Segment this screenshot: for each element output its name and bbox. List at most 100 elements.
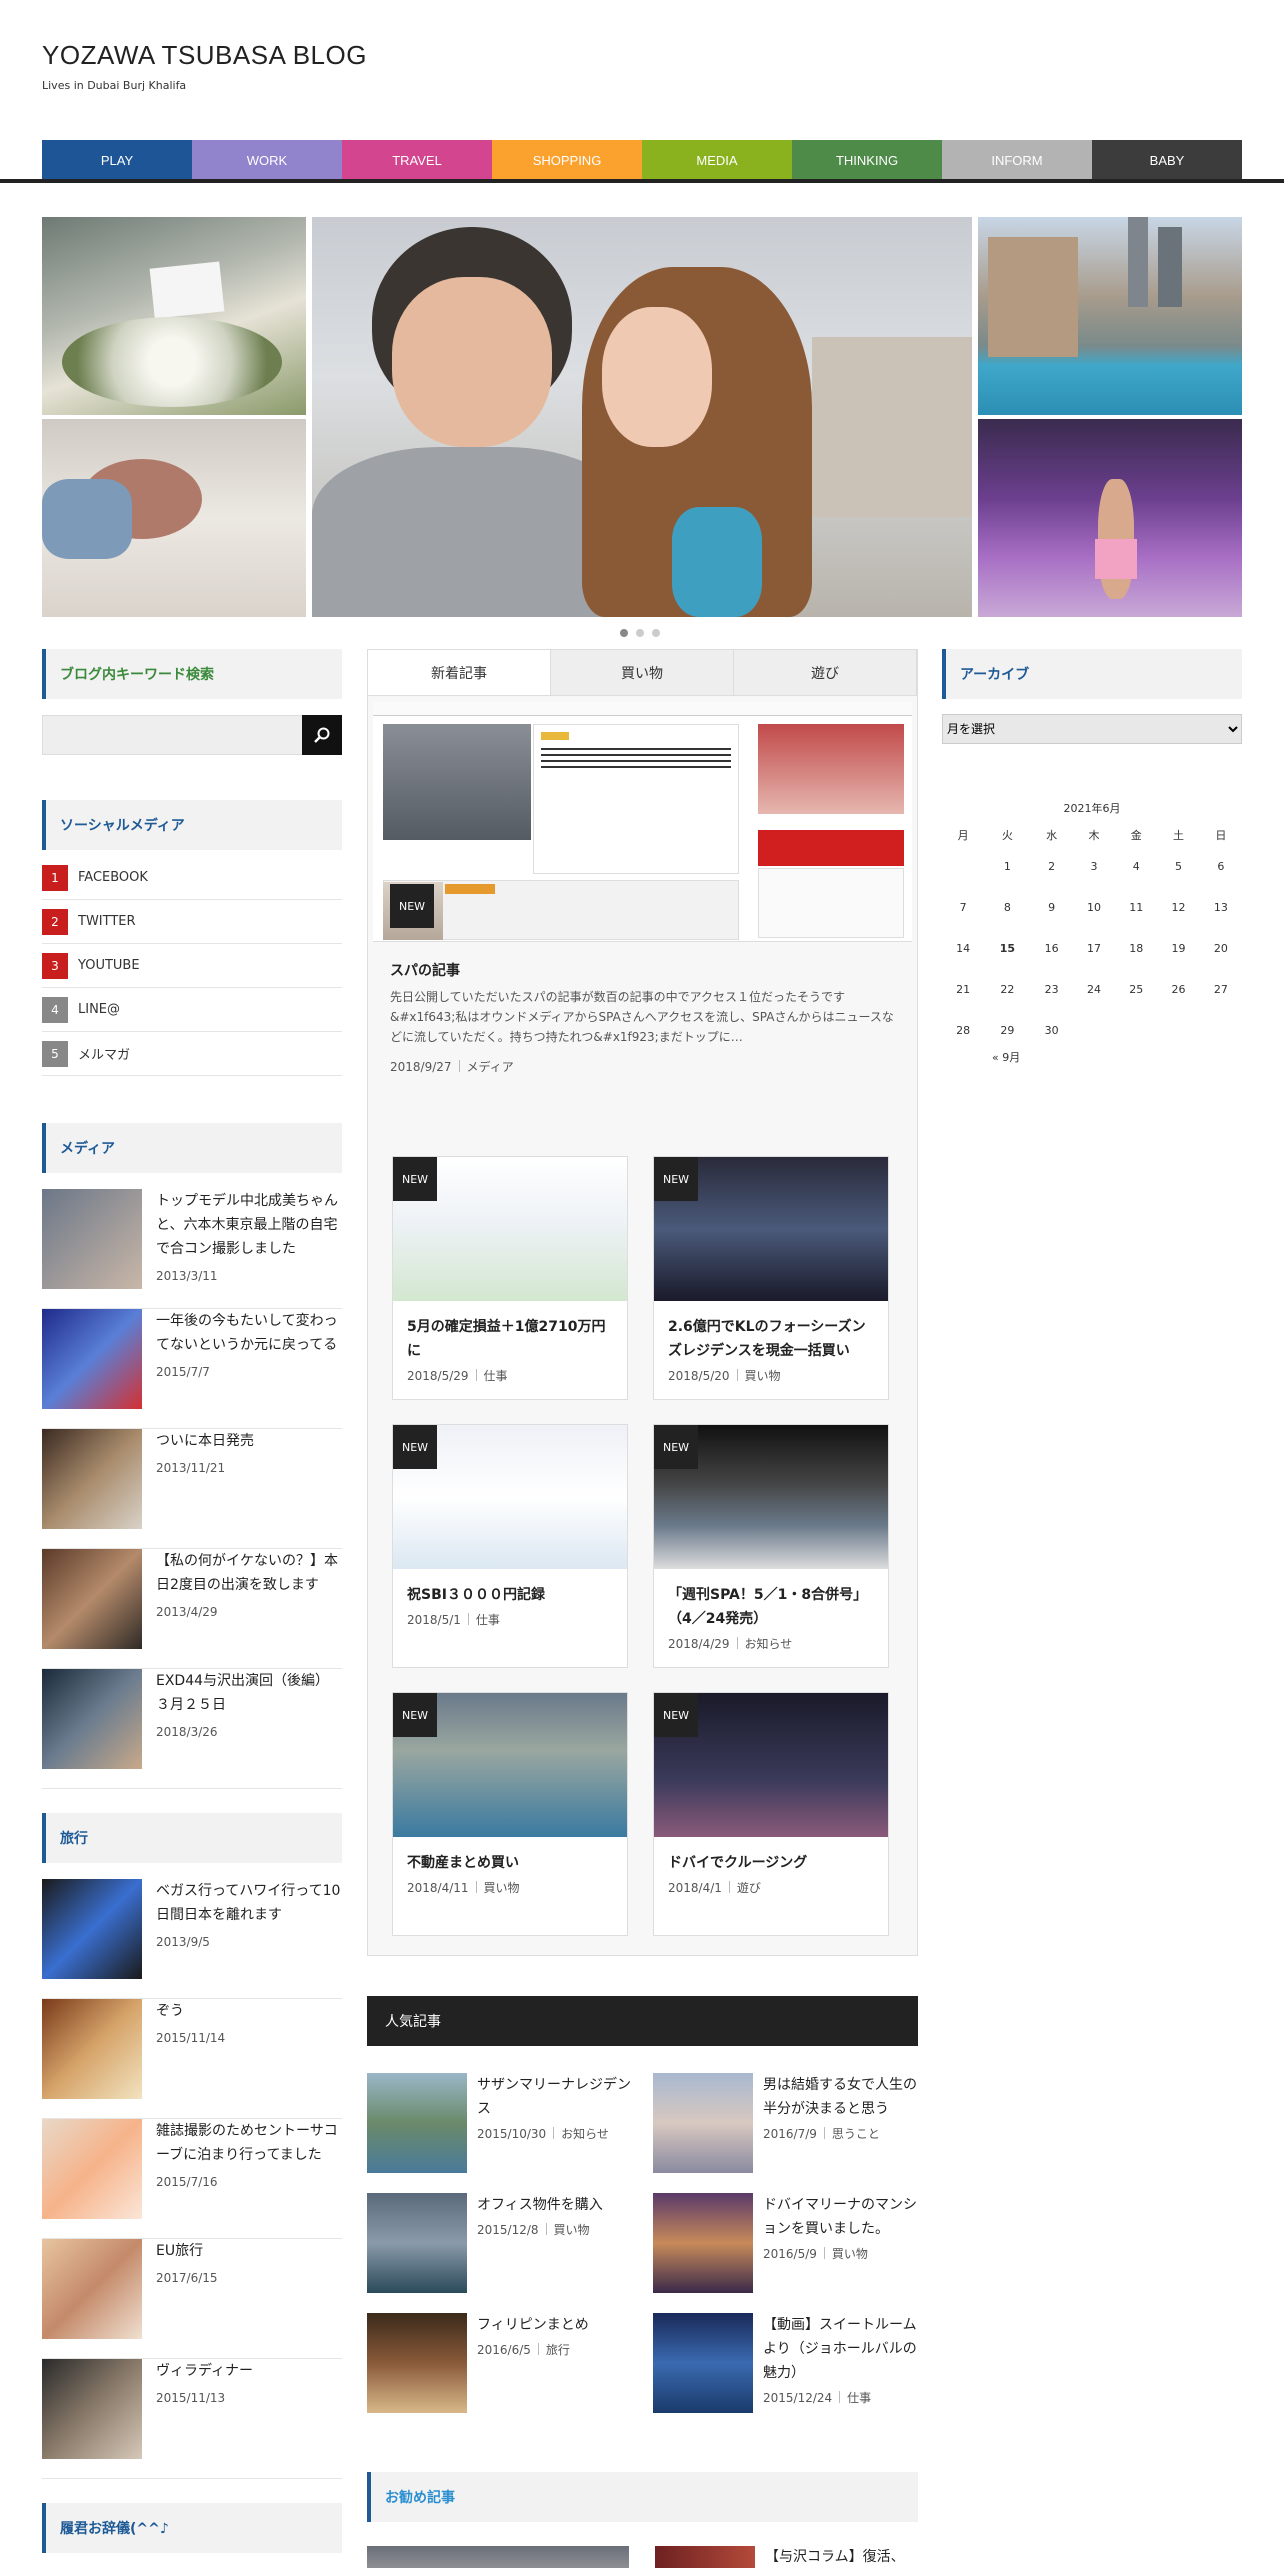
- popular-item[interactable]: サザンマリーナレジデンス 2015/10/30 お知らせ: [367, 2073, 637, 2183]
- popular-item[interactable]: ドバイマリーナのマンションを買いました。 2016/5/9 買い物: [653, 2193, 923, 2303]
- travel-post-title[interactable]: 雑誌撮影のためセントーサコーブに泊まり行ってました: [156, 2119, 342, 2167]
- popular-title-link[interactable]: 【動画】スイートルームより（ジョホールバルの魅力）: [763, 2313, 923, 2385]
- popular-thumbnail[interactable]: [653, 2193, 753, 2293]
- popular-category[interactable]: 買い物: [832, 2247, 868, 2261]
- post-card-title[interactable]: 2.6億円でKLのフォーシーズンズレジデンスを現金一括買い: [668, 1315, 878, 1363]
- popular-item[interactable]: 男は結婚する女で人生の半分が決まると思う 2016/7/9 思うこと: [653, 2073, 923, 2183]
- slider-dot[interactable]: [620, 629, 628, 637]
- popular-title-link[interactable]: オフィス物件を購入: [477, 2193, 637, 2217]
- popular-item[interactable]: 【動画】スイートルームより（ジョホールバルの魅力） 2015/12/24 仕事: [653, 2313, 923, 2423]
- travel-post-thumbnail[interactable]: [42, 2359, 142, 2459]
- popular-thumbnail[interactable]: [367, 2073, 467, 2173]
- post-card-title[interactable]: 「週刊SPA！5／1・8合併号」（4／24発売）: [668, 1583, 878, 1631]
- popular-thumbnail[interactable]: [653, 2073, 753, 2173]
- nav-item-baby[interactable]: BABY: [1092, 140, 1242, 180]
- popular-title-link[interactable]: フィリピンまとめ: [477, 2313, 637, 2337]
- hero-photo-baby[interactable]: [42, 419, 306, 617]
- search-input[interactable]: [42, 715, 302, 755]
- post-card-category[interactable]: 買い物: [484, 1881, 520, 1895]
- post-card-title[interactable]: 祝SBI３０００円記録: [407, 1583, 617, 1607]
- media-post-item[interactable]: 【私の何がイケないの？】本日2度目の出演を致します 2013/4/29: [42, 1549, 342, 1669]
- media-post-item[interactable]: トップモデル中北成美ちゃんと、六本木東京最上階の自宅で合コン撮影しました 2013…: [42, 1189, 342, 1309]
- post-card-category[interactable]: お知らせ: [745, 1637, 793, 1651]
- slider-dot[interactable]: [636, 629, 644, 637]
- hero-photo-couple[interactable]: [312, 217, 972, 617]
- post-card-category[interactable]: 遊び: [737, 1881, 761, 1895]
- post-card[interactable]: NEW ドバイでクルージング 2018/4/1 遊び: [653, 1692, 889, 1936]
- hero-photo-flowers[interactable]: [42, 217, 306, 415]
- featured-category[interactable]: メディア: [467, 1060, 514, 1074]
- nav-item-inform[interactable]: INFORM: [942, 140, 1092, 180]
- social-item-5[interactable]: 5 メルマガ: [42, 1032, 342, 1076]
- media-post-title[interactable]: 一年後の今もたいして変わってないというか元に戻ってる: [156, 1309, 342, 1357]
- post-card-title[interactable]: ドバイでクルージング: [668, 1851, 878, 1875]
- social-item-2[interactable]: 2 TWITTER: [42, 900, 342, 944]
- recommended-thumb-2[interactable]: [655, 2546, 755, 2568]
- tab-0[interactable]: 新着記事: [368, 650, 551, 695]
- post-card-category[interactable]: 買い物: [745, 1369, 781, 1383]
- media-post-item[interactable]: ついに本日発売 2013/11/21: [42, 1429, 342, 1549]
- travel-post-thumbnail[interactable]: [42, 1879, 142, 1979]
- nav-item-play[interactable]: PLAY: [42, 140, 192, 180]
- post-card[interactable]: NEW 「週刊SPA！5／1・8合併号」（4／24発売） 2018/4/29 お知らせ: [653, 1424, 889, 1668]
- travel-post-thumbnail[interactable]: [42, 2119, 142, 2219]
- travel-post-thumbnail[interactable]: [42, 1999, 142, 2099]
- popular-title-link[interactable]: 男は結婚する女で人生の半分が決まると思う: [763, 2073, 923, 2121]
- travel-post-item[interactable]: 雑誌撮影のためセントーサコーブに泊まり行ってました 2015/7/16: [42, 2119, 342, 2239]
- popular-thumbnail[interactable]: [367, 2313, 467, 2413]
- travel-post-title[interactable]: ぞう: [156, 1999, 342, 2023]
- tab-1[interactable]: 買い物: [551, 650, 734, 695]
- nav-item-thinking[interactable]: THINKING: [792, 140, 942, 180]
- travel-post-item[interactable]: ぞう 2015/11/14: [42, 1999, 342, 2119]
- popular-category[interactable]: お知らせ: [561, 2127, 609, 2141]
- tab-2[interactable]: 遊び: [734, 650, 917, 695]
- travel-post-title[interactable]: ヴィラディナー: [156, 2359, 342, 2383]
- popular-title-link[interactable]: ドバイマリーナのマンションを買いました。: [763, 2193, 923, 2241]
- hero-slider[interactable]: [42, 217, 1242, 617]
- archive-select[interactable]: 月を選択: [942, 714, 1242, 744]
- nav-item-travel[interactable]: TRAVEL: [342, 140, 492, 180]
- travel-post-item[interactable]: ヴィラディナー 2015/11/13: [42, 2359, 342, 2479]
- media-post-item[interactable]: EXD44与沢出演回（後編）３月２５日 2018/3/26: [42, 1669, 342, 1789]
- media-post-title[interactable]: EXD44与沢出演回（後編）３月２５日: [156, 1669, 342, 1717]
- media-post-thumbnail[interactable]: [42, 1429, 142, 1529]
- post-card[interactable]: NEW 不動産まとめ買い 2018/4/11 買い物: [392, 1692, 628, 1936]
- media-post-title[interactable]: トップモデル中北成美ちゃんと、六本木東京最上階の自宅で合コン撮影しました: [156, 1189, 342, 1261]
- media-post-thumbnail[interactable]: [42, 1549, 142, 1649]
- featured-title[interactable]: スパの記事: [390, 960, 460, 980]
- post-card-category[interactable]: 仕事: [476, 1613, 500, 1627]
- popular-category[interactable]: 旅行: [546, 2343, 570, 2357]
- hero-photo-pool[interactable]: [978, 217, 1242, 415]
- popular-item[interactable]: オフィス物件を購入 2015/12/8 買い物: [367, 2193, 637, 2303]
- travel-post-thumbnail[interactable]: [42, 2239, 142, 2339]
- nav-item-media[interactable]: MEDIA: [642, 140, 792, 180]
- post-card[interactable]: NEW 5月の確定損益＋1億2710万円に 2018/5/29 仕事: [392, 1156, 628, 1400]
- popular-category[interactable]: 買い物: [554, 2223, 590, 2237]
- featured-post[interactable]: NEW スパの記事 先日公開していただいたスパの記事が数百の記事の中でアクセス１…: [368, 696, 917, 1096]
- post-card-category[interactable]: 仕事: [484, 1369, 508, 1383]
- featured-image[interactable]: [373, 702, 912, 942]
- media-post-thumbnail[interactable]: [42, 1669, 142, 1769]
- slider-dot[interactable]: [652, 629, 660, 637]
- media-post-thumbnail[interactable]: [42, 1309, 142, 1409]
- popular-thumbnail[interactable]: [367, 2193, 467, 2293]
- popular-category[interactable]: 仕事: [847, 2391, 871, 2405]
- popular-thumbnail[interactable]: [653, 2313, 753, 2413]
- search-button[interactable]: [302, 715, 342, 755]
- travel-post-title[interactable]: ベガス行ってハワイ行って10日間日本を離れます: [156, 1879, 342, 1927]
- hero-photo-party[interactable]: [978, 419, 1242, 617]
- media-post-thumbnail[interactable]: [42, 1189, 142, 1289]
- travel-post-title[interactable]: EU旅行: [156, 2239, 342, 2263]
- popular-title-link[interactable]: サザンマリーナレジデンス: [477, 2073, 637, 2121]
- travel-post-item[interactable]: ベガス行ってハワイ行って10日間日本を離れます 2013/9/5: [42, 1879, 342, 1999]
- calendar-prev-link[interactable]: « 9月: [942, 1049, 1242, 1065]
- social-item-4[interactable]: 4 LINE@: [42, 988, 342, 1032]
- recommended-peek-title[interactable]: 【与沢コラム】復活、: [765, 2546, 905, 2566]
- media-post-title[interactable]: ついに本日発売: [156, 1429, 342, 1453]
- post-card[interactable]: NEW 2.6億円でKLのフォーシーズンズレジデンスを現金一括買い 2018/5/2…: [653, 1156, 889, 1400]
- slider-dots[interactable]: [620, 629, 660, 637]
- popular-item[interactable]: フィリピンまとめ 2016/6/5 旅行: [367, 2313, 637, 2423]
- post-card-title[interactable]: 5月の確定損益＋1億2710万円に: [407, 1315, 617, 1363]
- nav-item-shopping[interactable]: SHOPPING: [492, 140, 642, 180]
- media-post-item[interactable]: 一年後の今もたいして変わってないというか元に戻ってる 2015/7/7: [42, 1309, 342, 1429]
